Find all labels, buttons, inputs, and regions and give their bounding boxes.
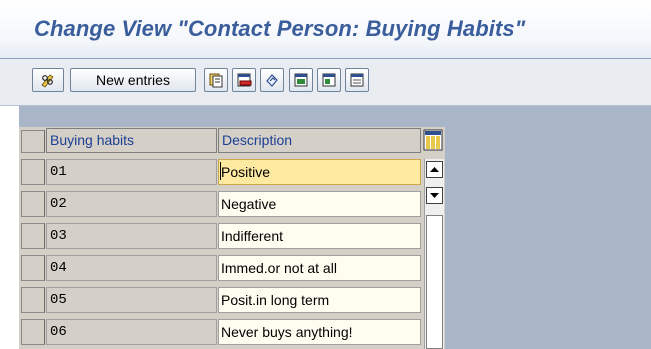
table-row: 04 Immed.or not at all xyxy=(19,253,445,285)
buying-habit-key: 05 xyxy=(46,287,217,313)
delete-icon xyxy=(237,73,252,87)
vertical-scrollbar[interactable] xyxy=(424,159,444,349)
row-selector[interactable] xyxy=(21,319,45,345)
description-field[interactable]: Immed.or not at all xyxy=(218,255,421,281)
select-all-button[interactable] xyxy=(289,68,313,92)
arrow-down-icon xyxy=(430,193,439,198)
arrow-up-icon xyxy=(430,167,439,172)
new-entries-label: New entries xyxy=(96,72,170,88)
row-selector[interactable] xyxy=(21,159,45,185)
application-toolbar: New entries xyxy=(0,59,651,106)
table-row: 02 Negative xyxy=(19,189,445,221)
left-margin xyxy=(0,106,19,349)
scroll-down-button[interactable] xyxy=(426,187,443,204)
description-field[interactable]: Posit.in long term xyxy=(218,287,421,313)
buying-habit-key: 06 xyxy=(46,319,217,345)
delete-button[interactable] xyxy=(232,68,256,92)
table-row: 06 Never buys anything! xyxy=(19,317,445,349)
table-control: Buying habits Description 01 Positive 02… xyxy=(19,127,445,349)
copy-as-icon xyxy=(209,73,223,88)
table-row: 01 Positive xyxy=(19,157,445,189)
column-header-description[interactable]: Description xyxy=(218,128,421,153)
undo-change-icon xyxy=(266,74,278,87)
deselect-all-button[interactable] xyxy=(345,68,369,92)
page-title: Change View "Contact Person: Buying Habi… xyxy=(34,16,526,41)
buying-habit-key: 02 xyxy=(46,191,217,217)
select-block-icon xyxy=(322,73,336,87)
display-change-button[interactable] xyxy=(32,68,64,92)
copy-as-button[interactable] xyxy=(204,68,228,92)
description-field[interactable]: Positive xyxy=(218,159,421,185)
buying-habit-key: 01 xyxy=(46,159,217,185)
table-row: 03 Indifferent xyxy=(19,221,445,253)
pen-glasses-icon xyxy=(41,74,54,88)
table-settings-icon xyxy=(423,129,443,151)
row-selector[interactable] xyxy=(21,287,45,313)
column-header-buying-habits[interactable]: Buying habits xyxy=(46,128,217,153)
text-cursor xyxy=(220,162,221,180)
select-all-icon xyxy=(294,73,308,87)
row-selector[interactable] xyxy=(21,255,45,281)
buying-habit-key: 04 xyxy=(46,255,217,281)
table-header-row: Buying habits Description xyxy=(19,125,445,157)
scroll-up-button[interactable] xyxy=(426,161,443,178)
row-selector[interactable] xyxy=(21,223,45,249)
table-settings-button[interactable] xyxy=(423,129,443,151)
select-block-button[interactable] xyxy=(317,68,341,92)
table-row: 05 Posit.in long term xyxy=(19,285,445,317)
scroll-thumb[interactable] xyxy=(426,215,443,349)
deselect-all-icon xyxy=(350,73,364,87)
row-selector[interactable] xyxy=(21,191,45,217)
undo-change-button[interactable] xyxy=(260,68,284,92)
description-field[interactable]: Indifferent xyxy=(218,223,421,249)
description-field[interactable]: Negative xyxy=(218,191,421,217)
buying-habit-key: 03 xyxy=(46,223,217,249)
select-all-rows-cell[interactable] xyxy=(21,130,45,153)
new-entries-button[interactable]: New entries xyxy=(70,68,196,92)
title-bar: Change View "Contact Person: Buying Habi… xyxy=(0,0,651,59)
description-field[interactable]: Never buys anything! xyxy=(218,319,421,345)
